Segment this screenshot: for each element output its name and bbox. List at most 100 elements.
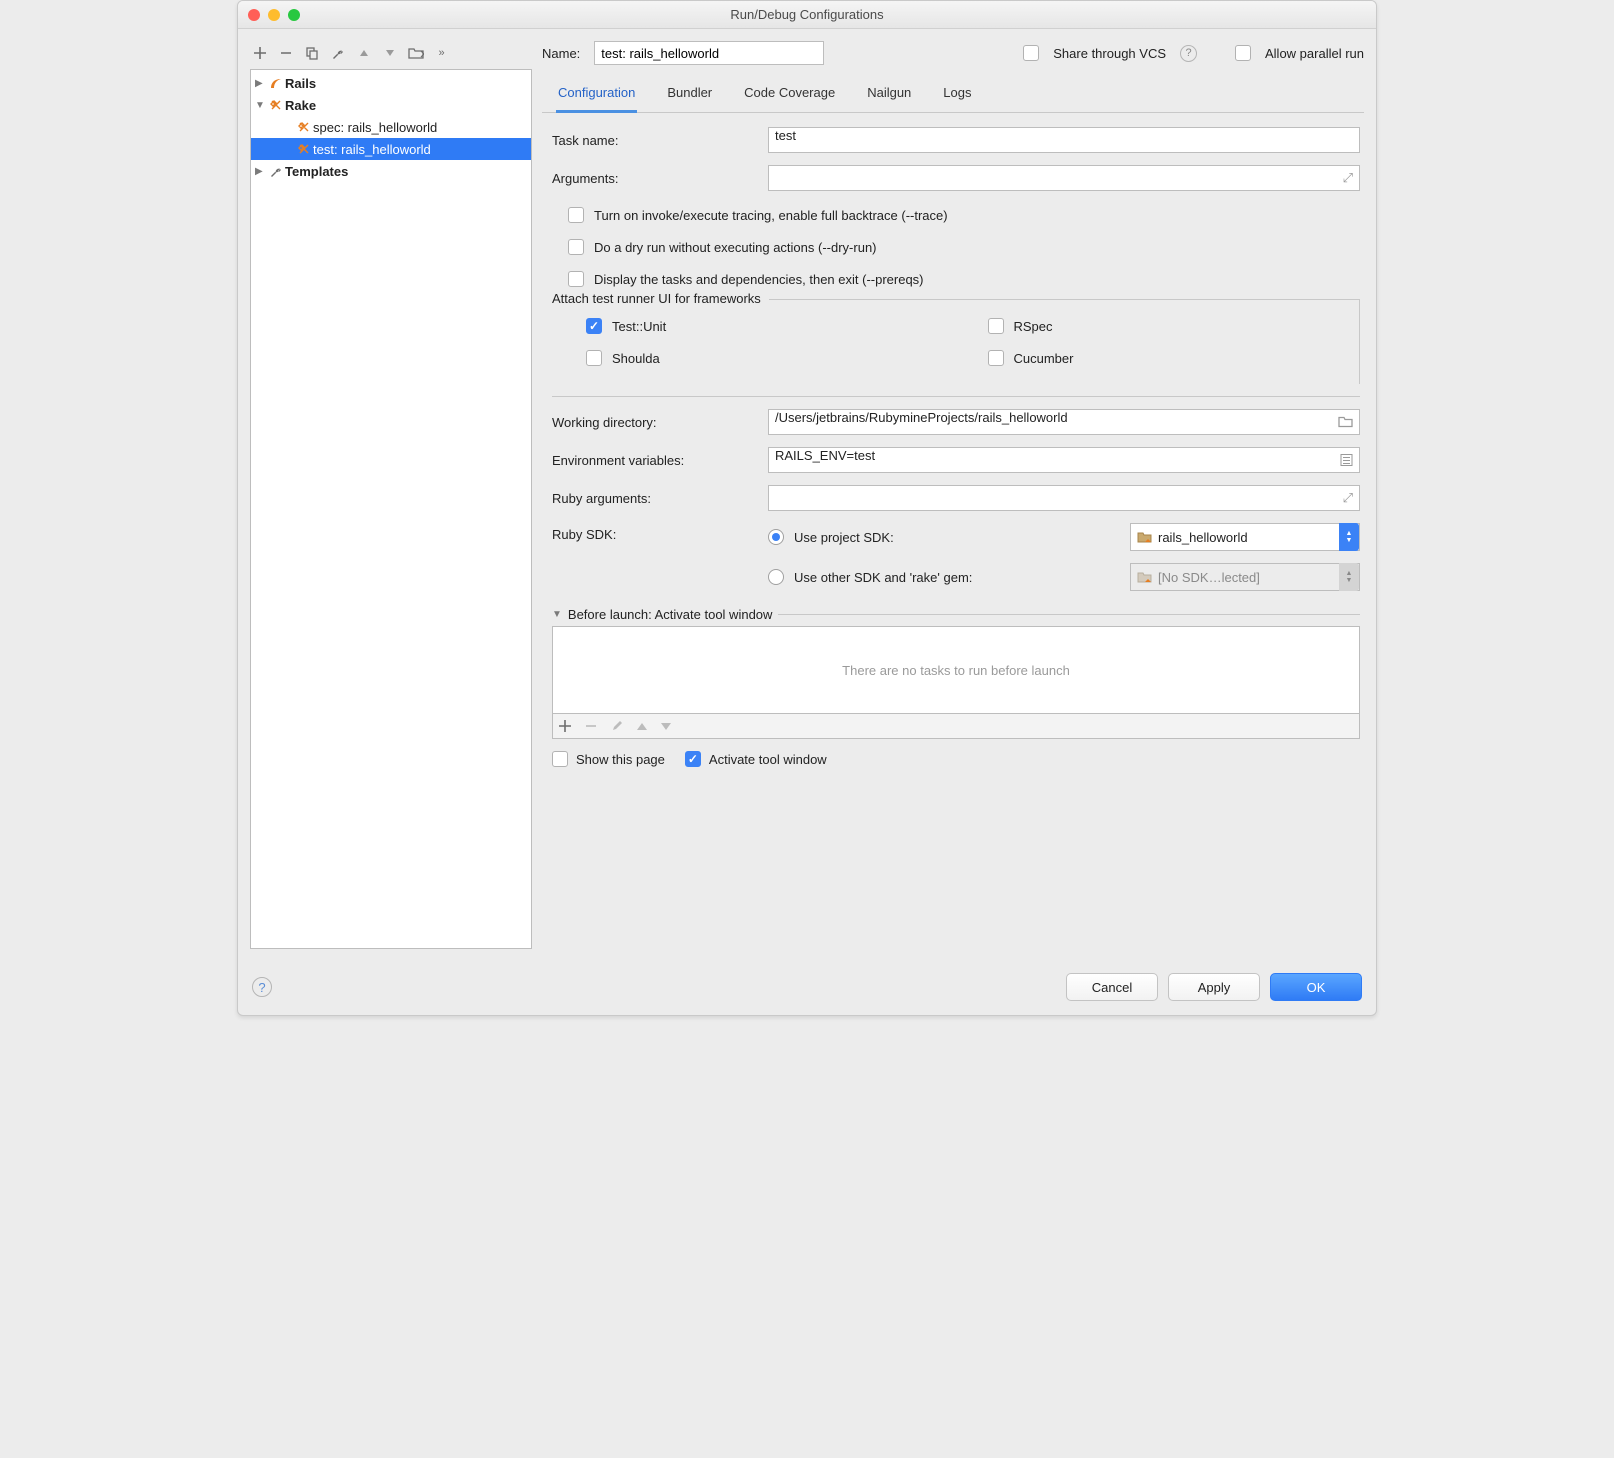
move-up-icon[interactable] — [356, 45, 372, 61]
tree-item-templates[interactable]: ▶ Templates — [251, 160, 531, 182]
expand-icon[interactable]: ⤢ — [1343, 170, 1353, 186]
folder-icon[interactable] — [1338, 416, 1353, 429]
rake-icon — [267, 98, 285, 112]
show-page-checkbox[interactable] — [552, 751, 568, 767]
tree-label: Rake — [285, 98, 316, 113]
tab-code-coverage[interactable]: Code Coverage — [742, 77, 837, 112]
trace-checkbox-row: Turn on invoke/execute tracing, enable f… — [552, 203, 1360, 227]
rubyargs-input[interactable]: ⤢ — [768, 485, 1360, 511]
expand-icon[interactable]: » — [434, 45, 450, 61]
minimize-icon[interactable] — [268, 9, 280, 21]
rake-icon — [295, 120, 313, 134]
activate-window-label: Activate tool window — [709, 752, 827, 767]
chevron-right-icon: ▶ — [255, 166, 267, 177]
move-down-icon[interactable] — [382, 45, 398, 61]
maximize-icon[interactable] — [288, 9, 300, 21]
show-page-label: Show this page — [576, 752, 665, 767]
tab-configuration[interactable]: Configuration — [556, 77, 637, 113]
remove-icon[interactable] — [585, 720, 597, 732]
cucumber-checkbox[interactable] — [988, 350, 1004, 366]
tree-label: spec: rails_helloworld — [313, 120, 437, 135]
add-icon[interactable] — [252, 45, 268, 61]
share-vcs-checkbox[interactable] — [1023, 45, 1039, 61]
trace-label: Turn on invoke/execute tracing, enable f… — [594, 208, 948, 223]
env-input[interactable]: RAILS_ENV=test — [768, 447, 1360, 473]
prereqs-checkbox-row: Display the tasks and dependencies, then… — [552, 267, 1360, 291]
help-icon[interactable]: ? — [252, 977, 272, 997]
move-down-icon[interactable] — [661, 723, 671, 730]
tree-item-rails[interactable]: ▶ Rails — [251, 72, 531, 94]
before-launch-list: There are no tasks to run before launch — [552, 626, 1360, 714]
trace-checkbox[interactable] — [568, 207, 584, 223]
shoulda-label: Shoulda — [612, 351, 660, 366]
add-icon[interactable] — [559, 720, 571, 732]
ok-button[interactable]: OK — [1270, 973, 1362, 1001]
folder-icon[interactable] — [408, 45, 424, 61]
activate-window-checkbox[interactable] — [685, 751, 701, 767]
move-up-icon[interactable] — [637, 723, 647, 730]
frameworks-fieldset: Attach test runner UI for frameworks Tes… — [552, 299, 1360, 384]
use-other-sdk-radio[interactable] — [768, 569, 784, 585]
shoulda-checkbox[interactable] — [586, 350, 602, 366]
tree-item-spec[interactable]: spec: rails_helloworld — [251, 116, 531, 138]
tab-bundler[interactable]: Bundler — [665, 77, 714, 112]
before-launch-empty: There are no tasks to run before launch — [842, 663, 1070, 678]
task-name-row: Task name: test — [552, 127, 1360, 153]
rubyargs-row: Ruby arguments: ⤢ — [552, 485, 1360, 511]
tree-item-test[interactable]: test: rails_helloworld — [251, 138, 531, 160]
apply-button[interactable]: Apply — [1168, 973, 1260, 1001]
divider — [552, 396, 1360, 397]
arguments-input[interactable]: ⤢ — [768, 165, 1360, 191]
expand-icon[interactable]: ⤢ — [1343, 490, 1353, 506]
working-dir-label: Working directory: — [552, 415, 768, 430]
list-icon[interactable] — [1340, 454, 1353, 467]
env-label: Environment variables: — [552, 453, 768, 468]
rake-icon — [295, 142, 313, 156]
left-toolbar: » — [250, 41, 532, 69]
rspec-checkbox[interactable] — [988, 318, 1004, 334]
tree-item-rake[interactable]: ▼ Rake — [251, 94, 531, 116]
testunit-label: Test::Unit — [612, 319, 666, 334]
working-dir-input[interactable]: /Users/jetbrains/RubymineProjects/rails_… — [768, 409, 1360, 435]
use-other-sdk-label: Use other SDK and 'rake' gem: — [794, 570, 1120, 585]
testunit-checkbox[interactable] — [586, 318, 602, 334]
tab-nailgun[interactable]: Nailgun — [865, 77, 913, 112]
rubyargs-label: Ruby arguments: — [552, 491, 768, 506]
content-area: » ▶ Rails ▼ Rake spec: rails_helloworld — [238, 29, 1376, 961]
before-launch-section: ▼ Before launch: Activate tool window Th… — [552, 607, 1360, 767]
task-name-label: Task name: — [552, 133, 768, 148]
tree-label: Rails — [285, 76, 316, 91]
tree-label: test: rails_helloworld — [313, 142, 431, 157]
copy-icon[interactable] — [304, 45, 320, 61]
config-panel: Task name: test Arguments: ⤢ Turn on inv… — [542, 113, 1364, 781]
chevron-down-icon[interactable]: ▼ — [552, 609, 562, 620]
before-launch-header: Before launch: Activate tool window — [568, 607, 773, 622]
prereqs-checkbox[interactable] — [568, 271, 584, 287]
config-tree: ▶ Rails ▼ Rake spec: rails_helloworld te… — [250, 69, 532, 949]
name-input[interactable] — [594, 41, 824, 65]
remove-icon[interactable] — [278, 45, 294, 61]
use-project-sdk-radio[interactable] — [768, 529, 784, 545]
arguments-label: Arguments: — [552, 171, 768, 186]
chevron-right-icon: ▶ — [255, 78, 267, 89]
ruby-sdk-row: Ruby SDK: Use project SDK: rails_hellowo… — [552, 523, 1360, 591]
wrench-icon[interactable] — [330, 45, 346, 61]
chevron-down-icon: ▼ — [255, 100, 267, 111]
use-project-sdk-label: Use project SDK: — [794, 530, 1120, 545]
edit-icon[interactable] — [611, 720, 623, 732]
close-icon[interactable] — [248, 9, 260, 21]
prereqs-label: Display the tasks and dependencies, then… — [594, 272, 924, 287]
window-title: Run/Debug Configurations — [248, 7, 1366, 22]
folder-icon — [1137, 531, 1152, 544]
allow-parallel-checkbox[interactable] — [1235, 45, 1251, 61]
help-icon[interactable]: ? — [1180, 45, 1197, 62]
folder-icon — [1137, 571, 1152, 584]
name-label: Name: — [542, 46, 580, 61]
env-row: Environment variables: RAILS_ENV=test — [552, 447, 1360, 473]
cancel-button[interactable]: Cancel — [1066, 973, 1158, 1001]
tab-logs[interactable]: Logs — [941, 77, 973, 112]
task-name-input[interactable]: test — [768, 127, 1360, 153]
other-sdk-select: [No SDK…lected] ▲▼ — [1130, 563, 1360, 591]
dryrun-checkbox[interactable] — [568, 239, 584, 255]
project-sdk-select[interactable]: rails_helloworld ▲▼ — [1130, 523, 1360, 551]
